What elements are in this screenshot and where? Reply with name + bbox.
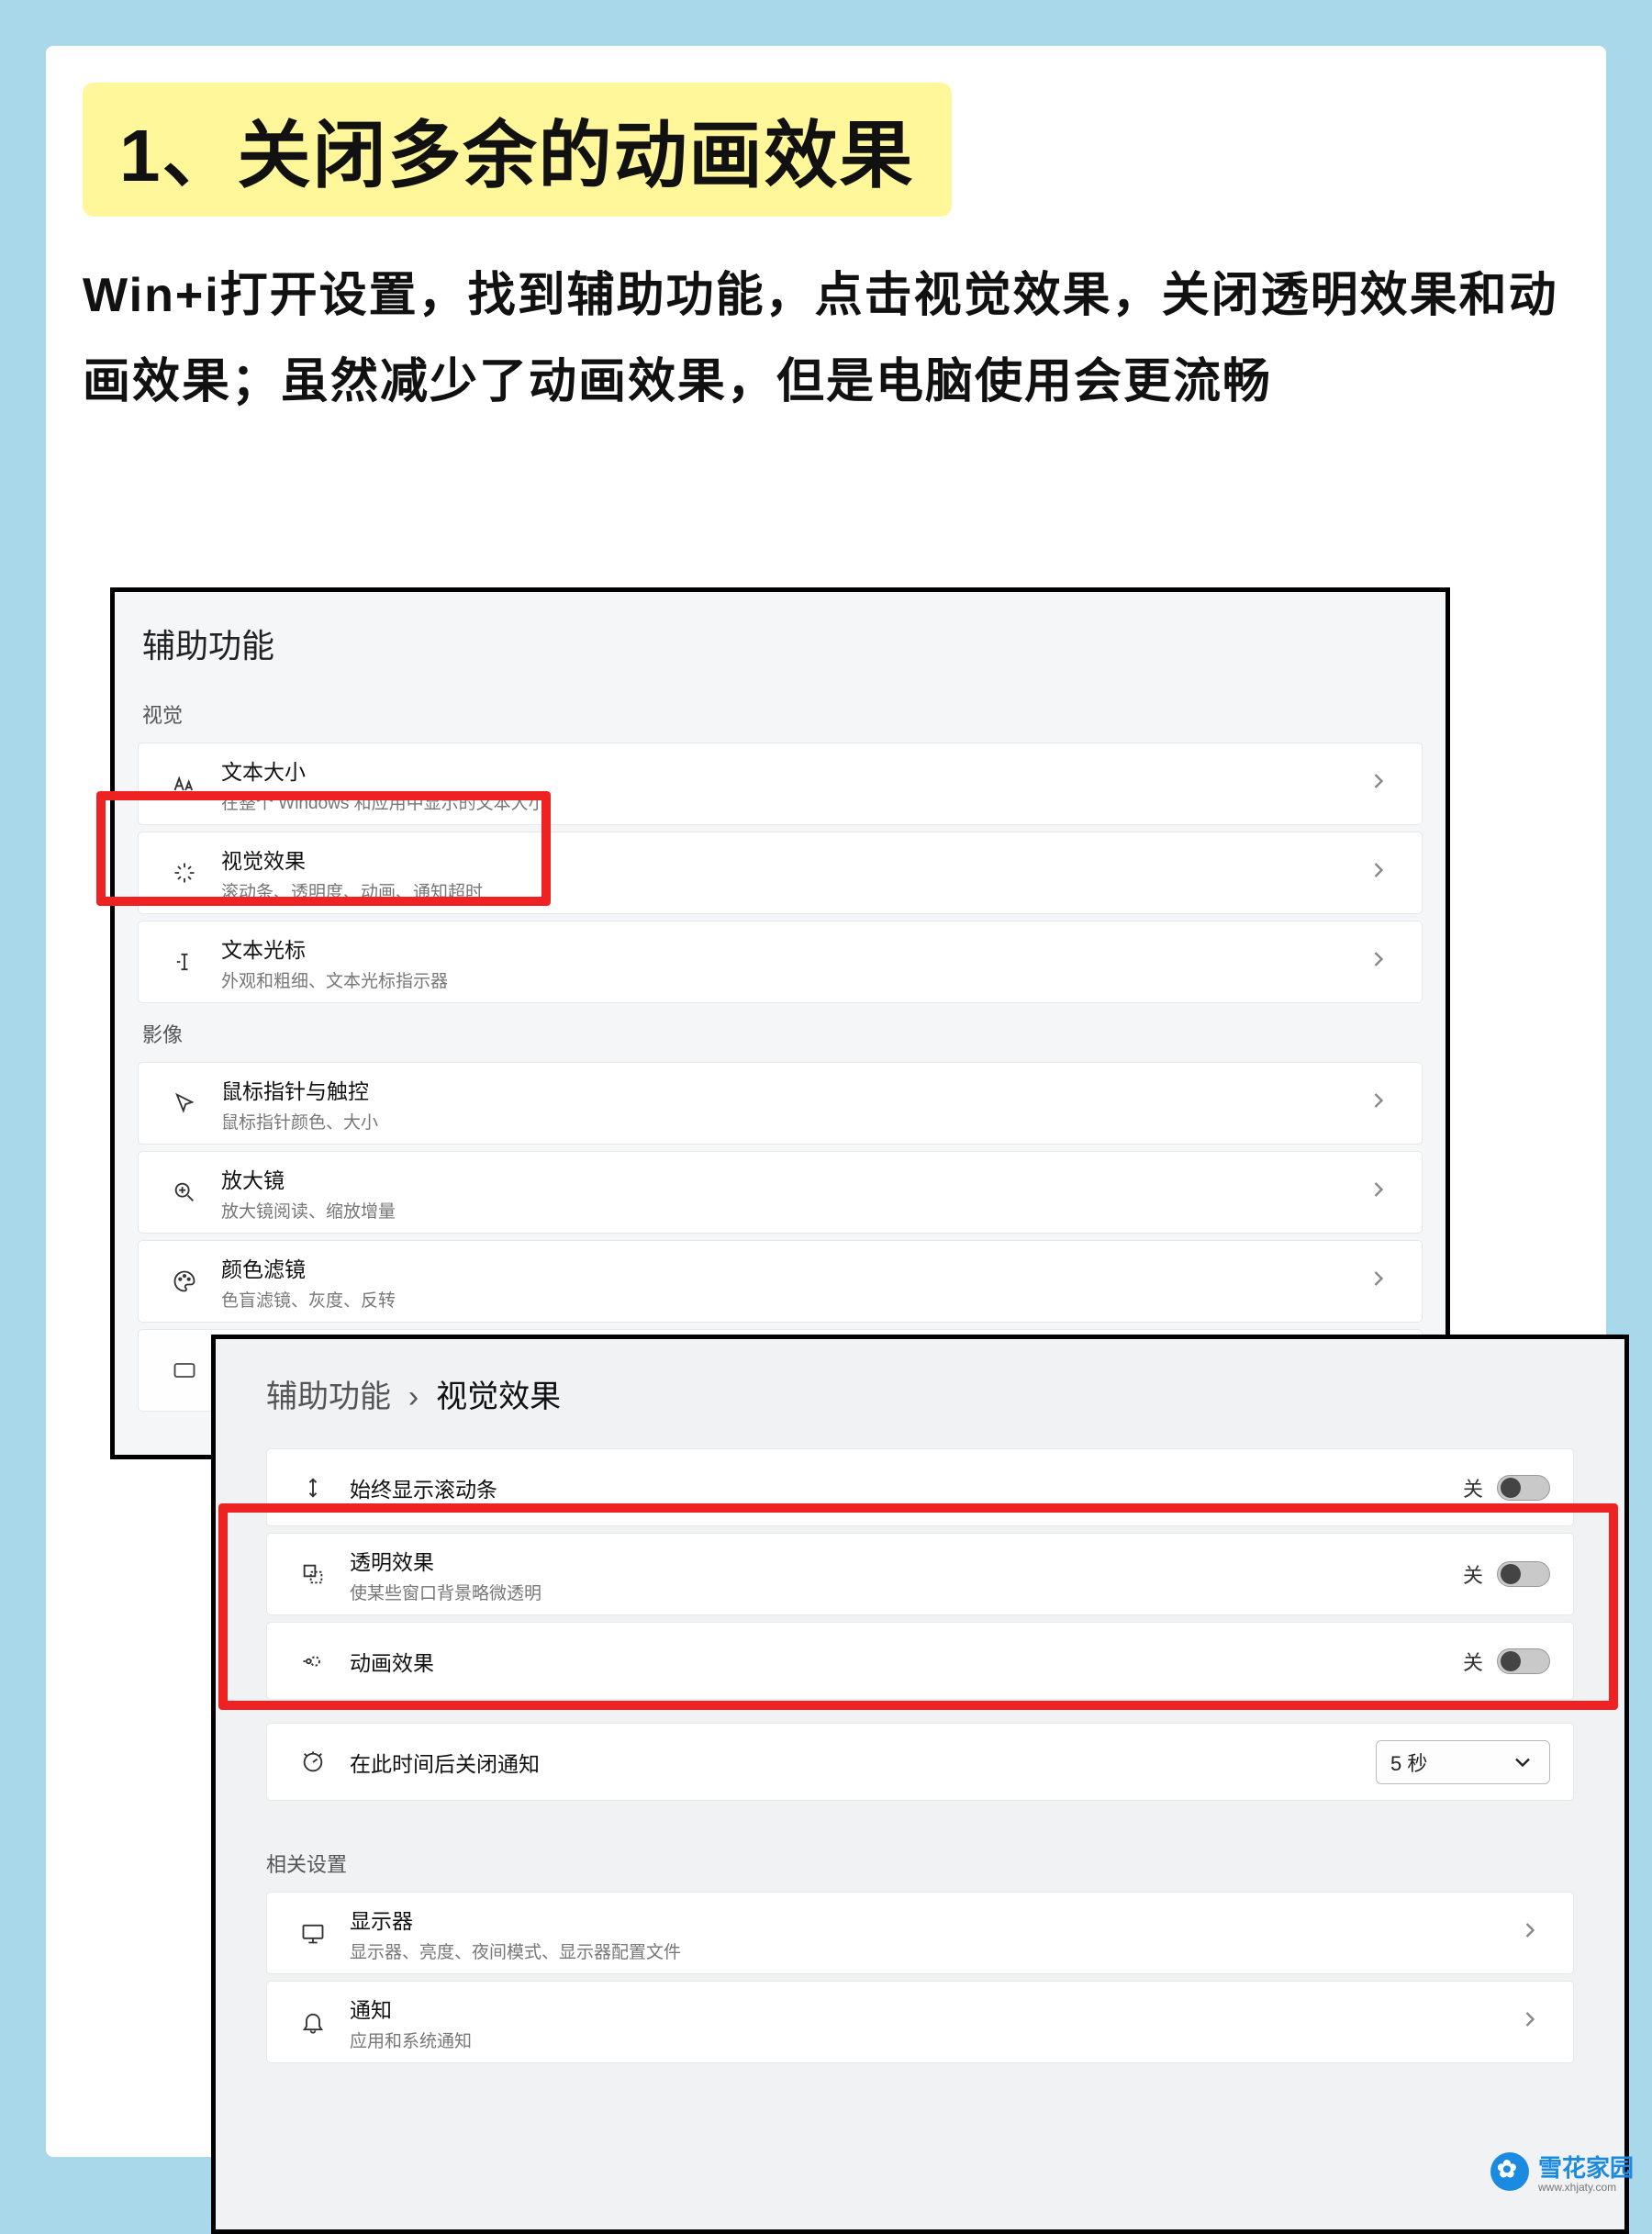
scrollbar-icon [290, 1475, 336, 1501]
pointer-icon [162, 1090, 207, 1116]
row-title: 通知 [350, 1993, 1510, 2024]
row-title: 显示器 [350, 1904, 1510, 1935]
caption-icon [162, 1357, 207, 1383]
display-settings-row[interactable]: 显示器 显示器、亮度、夜间模式、显示器配置文件 [266, 1892, 1574, 1974]
mouse-pointer-row[interactable]: 鼠标指针与触控 鼠标指针颜色、大小 [138, 1062, 1423, 1145]
magnifier-icon [162, 1179, 207, 1205]
chevron-right-icon [1510, 2006, 1550, 2039]
row-title: 文本大小 [221, 754, 1358, 786]
monitor-icon [290, 1920, 336, 1946]
bell-icon [290, 2009, 336, 2035]
row-sub: 应用和系统通知 [350, 2027, 1510, 2052]
chevron-right-icon [1510, 1917, 1550, 1949]
row-title: 颜色滤镜 [221, 1252, 1358, 1283]
row-title: 文本光标 [221, 933, 1358, 964]
toggle-state-label: 关 [1463, 1473, 1483, 1502]
row-sub: 放大镜阅读、缩放增量 [221, 1198, 1358, 1223]
chevron-right-icon [1358, 1177, 1399, 1209]
visual-effects-panel: 辅助功能 › 视觉效果 始终显示滚动条 关 透明效果 使某些窗口背景略微透明 [211, 1335, 1629, 2234]
row-title: 鼠标指针与触控 [221, 1074, 1358, 1105]
row-title: 始终显示滚动条 [350, 1472, 1463, 1503]
watermark-url: www.xhjaty.com [1538, 2181, 1634, 2194]
magnifier-row[interactable]: 放大镜 放大镜阅读、缩放增量 [138, 1151, 1423, 1234]
text-cursor-row[interactable]: 文本光标 外观和粗细、文本光标指示器 [138, 921, 1423, 1003]
panel-title: 辅助功能 [115, 610, 1446, 690]
color-filter-row[interactable]: 颜色滤镜 色盲滤镜、灰度、反转 [138, 1240, 1423, 1323]
accessibility-panel: 辅助功能 视觉 文本大小 在整个 Windows 和应用中显示的文本大小 视觉效… [110, 587, 1450, 1459]
chevron-right-icon [1358, 946, 1399, 978]
highlight-box-visual-effects [96, 791, 551, 906]
row-sub: 外观和粗细、文本光标指示器 [221, 967, 1358, 992]
palette-icon [162, 1268, 207, 1294]
scrollbar-toggle[interactable] [1497, 1475, 1550, 1501]
row-sub: 鼠标指针颜色、大小 [221, 1109, 1358, 1134]
instruction-text: Win+i打开设置，找到辅助功能，点击视觉效果，关闭透明效果和动画效果；虽然减少… [83, 253, 1569, 425]
notification-timeout-row[interactable]: 在此时间后关闭通知 5 秒 [266, 1723, 1574, 1801]
row-sub: 显示器、亮度、夜间模式、显示器配置文件 [350, 1938, 1510, 1963]
chevron-down-icon [1510, 1749, 1535, 1775]
highlight-box-toggles [218, 1503, 1618, 1710]
cursor-text-icon [162, 949, 207, 975]
chevron-right-icon [1358, 1088, 1399, 1120]
notifications-settings-row[interactable]: 通知 应用和系统通知 [266, 1981, 1574, 2063]
breadcrumb: 辅助功能 › 视觉效果 [216, 1357, 1624, 1448]
watermark-name: 雪花家园 [1538, 2154, 1634, 2182]
watermark-icon [1490, 2152, 1529, 2191]
watermark: 雪花家园 www.xhjaty.com [1490, 2150, 1634, 2194]
section-image-label: 影像 [115, 1010, 1446, 1062]
row-title: 在此时间后关闭通知 [350, 1747, 1376, 1778]
row-title: 放大镜 [221, 1163, 1358, 1194]
timer-icon [290, 1749, 336, 1775]
breadcrumb-current: 视觉效果 [436, 1379, 561, 1414]
step-title: 1、关闭多余的动画效果 [83, 83, 952, 217]
row-sub: 色盲滤镜、灰度、反转 [221, 1287, 1358, 1312]
chevron-right-icon [1358, 857, 1399, 889]
chevron-right-icon [1358, 768, 1399, 800]
breadcrumb-root[interactable]: 辅助功能 [266, 1379, 391, 1414]
select-value: 5 秒 [1390, 1748, 1427, 1777]
chevron-right-icon [1358, 1266, 1399, 1298]
breadcrumb-separator: › [408, 1379, 419, 1414]
section-vision-label: 视觉 [115, 690, 1446, 743]
related-settings-label: 相关设置 [216, 1807, 1624, 1892]
timeout-select[interactable]: 5 秒 [1376, 1740, 1550, 1784]
